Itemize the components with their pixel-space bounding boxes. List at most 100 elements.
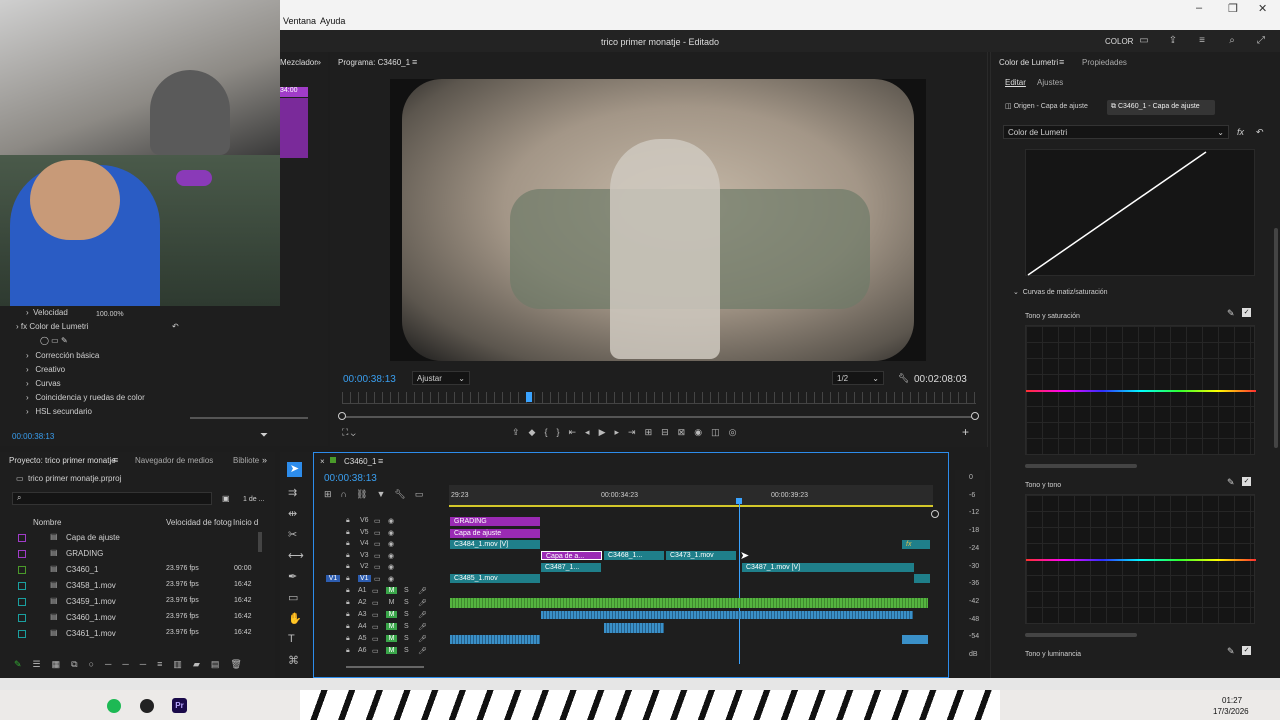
resolution-dropdown[interactable]: 1/2 ⌄ [832, 371, 884, 385]
project-tab[interactable]: Proyecto: trico primer monatje [9, 456, 116, 465]
video-track-header[interactable]: 🔒︎ V5 ▭ ◉ [322, 529, 442, 539]
automate-icon[interactable]: ▥ [173, 659, 193, 669]
clip-v4-fx[interactable]: fx [902, 540, 930, 549]
search-field[interactable]: ⌕ [12, 492, 212, 505]
lock-icon[interactable]: 🔒︎ [346, 540, 350, 548]
video-track-header[interactable]: 🔒︎ V2 ▭ ◉ [322, 563, 442, 573]
sync-icon[interactable]: ▭ [372, 635, 379, 643]
clip-v1[interactable]: C3485_1.mov [450, 574, 540, 583]
audio-track-header[interactable]: 🔒︎ A2 ▭ M S 🎤︎ [322, 599, 442, 609]
audio-track-header[interactable]: 🔒︎ A5 ▭ M S 🎤︎ [322, 635, 442, 645]
sync-icon[interactable]: ▭ [372, 611, 379, 619]
mute-button[interactable]: M [386, 635, 397, 642]
sync-icon[interactable]: ▭ [372, 623, 379, 631]
project-menu-icon[interactable]: ≡ [113, 455, 118, 465]
lock-icon[interactable]: 🔒︎ [346, 587, 350, 595]
sync-icon[interactable]: ▭ [374, 575, 381, 583]
sync-icon[interactable]: ▭ [372, 599, 379, 607]
solo-button[interactable]: S [404, 587, 409, 594]
video-track-header[interactable]: 🔒︎ V4 ▭ ◉ [322, 540, 442, 550]
clip-v3-c[interactable]: C3473_1.mov [666, 551, 736, 560]
eye-icon[interactable]: ◉ [388, 529, 394, 537]
eye-icon[interactable]: ◉ [388, 552, 394, 560]
export-icon[interactable]: ⇪ [1166, 34, 1180, 48]
insert-icon[interactable]: ⊞ [645, 427, 662, 437]
col-start[interactable]: Inicio d [233, 518, 258, 527]
mixer-tab[interactable]: Mezclador [280, 58, 317, 67]
mute-button[interactable]: M [386, 647, 397, 654]
eye-icon[interactable]: ◉ [388, 563, 394, 571]
mini-ruler[interactable] [342, 392, 976, 404]
go-in-icon[interactable]: ⇤ [569, 427, 586, 437]
go-out-icon[interactable]: ⇥ [628, 427, 645, 437]
program-title[interactable]: Programa: C3460_1 [338, 58, 410, 67]
edit-subtab[interactable]: Editar [1005, 78, 1026, 87]
workspace-label[interactable]: COLOR [1105, 37, 1133, 46]
video-track-header[interactable]: V1 🔒︎ V1 ▭ ◉ [322, 574, 442, 585]
sync-icon[interactable]: ▭ [372, 647, 379, 655]
safe-margins-icon[interactable]: ⛶ ⌄ [342, 427, 356, 438]
fx-icon[interactable]: fx [1237, 127, 1244, 137]
ellipse-mask-icon[interactable]: ◯ ▭ ✎ [40, 336, 68, 345]
clock-date[interactable]: 17/3/2026 [1213, 707, 1249, 716]
col-name[interactable]: Nombre [33, 518, 61, 527]
lumetri-section-2[interactable]: › Curvas [26, 379, 61, 388]
lock-icon[interactable]: 🔒︎ [346, 517, 350, 525]
captions-icon[interactable]: ▭ [415, 489, 433, 499]
mini-playhead[interactable] [526, 392, 532, 402]
overwrite-icon[interactable]: ⊟ [661, 427, 678, 437]
reset-icon[interactable]: ↶ [172, 322, 179, 331]
new-bin-icon[interactable]: ▰ [193, 659, 211, 669]
menu-icon[interactable]: ≡ [1195, 34, 1209, 48]
lock-icon[interactable]: 🔒︎ [346, 611, 350, 619]
restore-icon[interactable]: ❐ [1228, 2, 1238, 15]
effect-select[interactable]: Color de Lumetri ⌄ [1003, 125, 1229, 139]
add-marker-icon[interactable]: ▼ [376, 489, 394, 499]
lumetri-section-1[interactable]: › Creativo [26, 365, 65, 374]
ripple-tool-icon[interactable]: ⇹ [288, 507, 297, 520]
properties-tab[interactable]: Propiedades [1082, 58, 1127, 67]
audio-a3-waveform[interactable] [541, 611, 913, 619]
mic-icon[interactable]: 🎤︎ [418, 635, 427, 643]
hue-sat-scroll[interactable] [1025, 464, 1137, 468]
search-icon[interactable]: ⌕ [1225, 34, 1239, 48]
mic-icon[interactable]: 🎤︎ [418, 599, 427, 607]
selection-tool-icon[interactable]: ➤ [287, 462, 302, 477]
slip-tool-icon[interactable]: ⟷ [288, 549, 304, 562]
clock-time[interactable]: 01:27 [1222, 696, 1242, 705]
mute-button[interactable]: M [386, 623, 397, 630]
project-row[interactable]: ▤ C3460_1.mov 23.976 fps 16:42 [14, 612, 254, 626]
audio-track-header[interactable]: 🔒︎ A3 ▭ M S 🎤︎ [322, 611, 442, 621]
project-row[interactable]: ▤ C3458_1.mov 23.976 fps 16:42 [14, 580, 254, 594]
eye-icon[interactable]: ◉ [388, 540, 394, 548]
timeline-hscroll[interactable] [346, 666, 424, 668]
bin-icon[interactable]: ▣ [222, 494, 230, 503]
marker-icon[interactable]: ◆ [529, 427, 545, 437]
col-fps[interactable]: Velocidad de fotog [166, 518, 232, 527]
project-row[interactable]: ▤ C3461_1.mov 23.976 fps 16:42 [14, 628, 254, 642]
fullscreen-icon[interactable]: ⤢ [1254, 34, 1268, 48]
clip-v2-b[interactable]: C3487_1.mov [V] [742, 563, 914, 572]
audio-a6-waveform[interactable] [450, 635, 540, 644]
hue-hue-scroll[interactable] [1025, 633, 1137, 637]
reset-lumetri-icon[interactable]: ↶ [1256, 127, 1264, 138]
lumetri-section-4[interactable]: › HSL secundario [26, 407, 92, 416]
lumetri-row[interactable]: › fx Color de Lumetri [16, 322, 88, 331]
step-fwd-icon[interactable]: ▸ [615, 427, 629, 437]
solo-button[interactable]: S [404, 623, 409, 630]
menu-ventana[interactable]: Ventana [283, 16, 316, 26]
project-row[interactable]: ▤ C3460_1 23.976 fps 00:00 [14, 564, 254, 578]
lumetri-section-0[interactable]: › Corrección básica [26, 351, 99, 360]
clip-v1-end[interactable] [914, 574, 930, 583]
filter-icon[interactable]: ⏷ [260, 430, 268, 441]
sort-icon[interactable]: ≡ [157, 659, 173, 669]
timeline-menu-icon[interactable]: ≡ [378, 456, 383, 466]
mute-button[interactable]: M [386, 611, 397, 618]
effects-scrollbar[interactable] [190, 417, 308, 419]
lock-icon[interactable]: 🔒︎ [346, 635, 350, 643]
audio-a2-waveform[interactable] [450, 598, 928, 608]
wrench-icon[interactable]: 🔧︎ [898, 373, 909, 384]
sync-icon[interactable]: ▭ [374, 529, 381, 537]
settings-wrench-icon[interactable]: 🔧︎ [394, 489, 414, 499]
step-back-icon[interactable]: ◂ [585, 427, 599, 437]
